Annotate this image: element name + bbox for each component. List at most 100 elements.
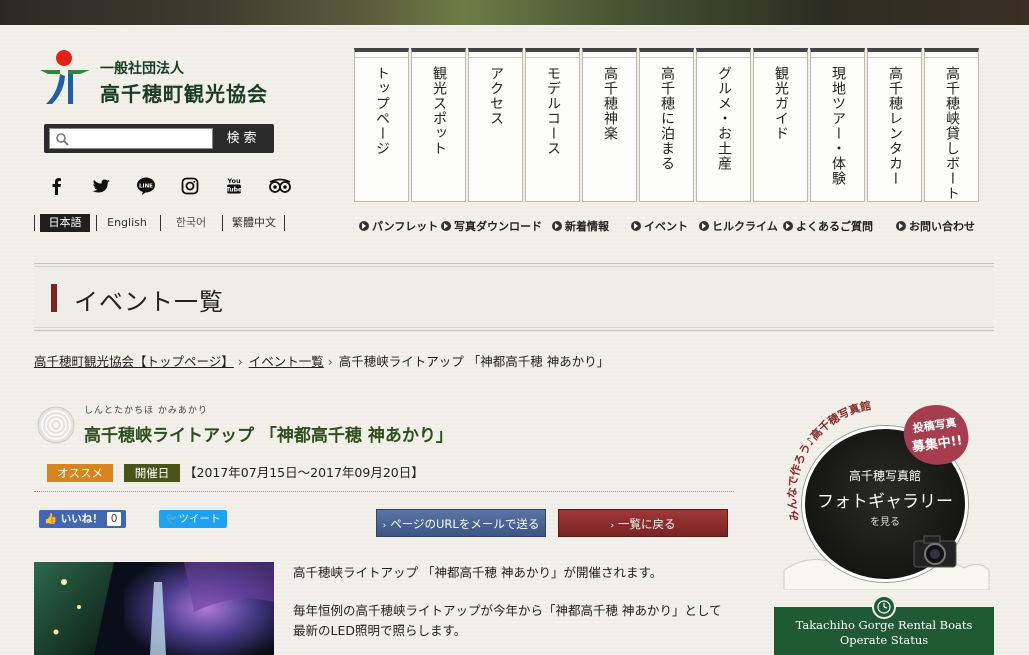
nav-item-rental-car[interactable]: 高千穂レンタカー bbox=[867, 48, 922, 202]
rental-subtitle: Operate Status bbox=[839, 633, 929, 647]
subnav-label: イベント bbox=[644, 220, 688, 233]
subnav-contact[interactable]: お問い合わせ bbox=[896, 218, 975, 236]
chevron-right-icon: › bbox=[610, 521, 615, 531]
date-badge: 開催日 bbox=[124, 464, 180, 482]
lang-japanese[interactable]: 日本語 bbox=[40, 214, 90, 232]
facebook-icon[interactable] bbox=[46, 176, 68, 196]
search-icon bbox=[56, 133, 69, 146]
breadcrumb-home[interactable]: 高千穂町観光協会【トップページ】 bbox=[34, 354, 234, 369]
nav-item-guide[interactable]: 観光ガイド bbox=[753, 48, 808, 202]
gallery-name: フォトギャラリー bbox=[817, 492, 953, 512]
gorge-lightup-image bbox=[34, 562, 274, 655]
nav-item-access[interactable]: アクセス bbox=[468, 48, 523, 202]
chevron-right-icon: › bbox=[382, 521, 387, 531]
nav-label: 高千穂峡貸しボート bbox=[944, 66, 960, 201]
subnav-news[interactable]: 新着情報 bbox=[552, 218, 609, 236]
subnav-pamphlet[interactable]: パンフレット bbox=[359, 218, 438, 236]
lang-korean[interactable]: 한국어 bbox=[166, 214, 216, 232]
nav-item-top-page[interactable]: トップページ bbox=[354, 48, 409, 202]
lang-english[interactable]: English bbox=[102, 214, 152, 232]
arrow-circle-icon bbox=[359, 221, 369, 231]
page-title: イベント一覧 bbox=[74, 288, 224, 316]
send-url-by-email-button[interactable]: › ページのURLをメールで送る bbox=[376, 509, 546, 537]
subnav-hill-climb[interactable]: ヒルクライム bbox=[699, 218, 778, 236]
nav-label: 観光スポット bbox=[431, 66, 447, 156]
breadcrumb-current: 高千穂峡ライトアップ 「神都高千穂 神あかり」 bbox=[338, 354, 610, 369]
event-date: 【2017年07月15日～2017年09月20日】 bbox=[184, 465, 424, 480]
search-input[interactable] bbox=[49, 128, 213, 149]
subnav-label: 写真ダウンロード bbox=[454, 220, 542, 233]
site-logo[interactable]: 一般社団法人 高千穂町観光協会 bbox=[38, 48, 278, 108]
spiral-icon bbox=[37, 406, 75, 444]
breadcrumb-event-list[interactable]: イベント一覧 bbox=[249, 354, 324, 369]
nav-item-sightseeing-spots[interactable]: 観光スポット bbox=[411, 48, 466, 202]
event-photo[interactable] bbox=[34, 562, 274, 655]
event-description-1: 高千穂峡ライトアップ 「神都高千穂 神あかり」が開催されます。 bbox=[293, 565, 663, 580]
chevron-right-icon: › bbox=[237, 354, 243, 369]
like-count: 0 bbox=[106, 512, 122, 526]
rental-boats-status-banner[interactable]: Takachiho Gorge Rental Boats Operate Sta… bbox=[774, 595, 994, 655]
thumbs-up-icon: 👍 bbox=[44, 513, 58, 525]
language-switcher: 日本語 English 한국어 繁體中文 bbox=[34, 214, 294, 232]
top-banner-image bbox=[0, 0, 1029, 25]
rental-title: Takachiho Gorge Rental Boats bbox=[795, 618, 973, 632]
nav-label: トップページ bbox=[374, 66, 390, 156]
main-nav: トップページ 観光スポット アクセス モデルコース 高千穂神楽 高千穂に泊まる … bbox=[354, 48, 980, 202]
lang-divider bbox=[284, 215, 285, 231]
back-to-list-button[interactable]: › 一覧に戻る bbox=[558, 509, 728, 537]
logo-mark-icon bbox=[40, 50, 90, 104]
nav-label: 高千穂神楽 bbox=[602, 66, 618, 141]
svg-text:Tube: Tube bbox=[226, 187, 242, 194]
org-type: 一般社団法人 bbox=[100, 61, 184, 77]
subnav-events[interactable]: イベント bbox=[631, 218, 688, 236]
nav-label: 観光ガイド bbox=[773, 66, 789, 141]
recommend-badge: オススメ bbox=[47, 464, 113, 482]
nav-item-model-course[interactable]: モデルコース bbox=[525, 48, 580, 202]
divider bbox=[34, 491, 734, 492]
twitter-icon[interactable] bbox=[90, 176, 112, 196]
like-label: いいね！ bbox=[60, 513, 103, 525]
nav-item-rental-boat[interactable]: 高千穂峡貸しボート bbox=[924, 48, 979, 202]
nav-item-kagura[interactable]: 高千穂神楽 bbox=[582, 48, 637, 202]
event-description-2: 毎年恒例の高千穂峡ライトアップが今年から「神都高千穂 神あかり」として最新のLE… bbox=[293, 603, 722, 638]
facebook-like-button[interactable]: 👍 いいね！ 0 bbox=[39, 510, 127, 528]
nav-item-stay[interactable]: 高千穂に泊まる bbox=[639, 48, 694, 202]
tweet-label: ツイート bbox=[178, 513, 221, 525]
nav-label: グルメ・お土産 bbox=[716, 66, 732, 171]
mail-button-label: ページのURLをメールで送る bbox=[390, 517, 540, 531]
nav-label: モデルコース bbox=[545, 66, 561, 156]
photo-gallery-banner[interactable]: みんなで作ろう♪高千穂写真館 高千穂写真館 フォトギャラリー を見る 投稿写真 … bbox=[774, 400, 994, 590]
gallery-title: 高千穂写真館 bbox=[848, 469, 921, 483]
twitter-bird-icon: 🐦 bbox=[165, 513, 179, 525]
event-title-ruby: しんとたかちほ かみあかり bbox=[84, 406, 208, 416]
subnav-label: ヒルクライム bbox=[712, 220, 778, 233]
clock-icon bbox=[872, 595, 896, 619]
tripadvisor-icon[interactable] bbox=[268, 176, 291, 196]
gallery-cta: を見る bbox=[870, 517, 900, 528]
search-box: 検索 bbox=[44, 124, 274, 153]
line-icon[interactable]: LINE bbox=[135, 176, 157, 196]
lang-divider bbox=[160, 215, 161, 231]
svg-text:LINE: LINE bbox=[139, 184, 153, 190]
tweet-button[interactable]: 🐦ツイート bbox=[159, 510, 227, 528]
sub-nav: パンフレット 写真ダウンロード 新着情報 イベント ヒルクライム よくあるご質問… bbox=[359, 218, 979, 236]
instagram-icon[interactable] bbox=[179, 176, 201, 196]
subnav-label: 新着情報 bbox=[565, 220, 609, 233]
nav-item-gourmet[interactable]: グルメ・お土産 bbox=[696, 48, 751, 202]
arrow-circle-icon bbox=[552, 221, 562, 231]
subnav-faq[interactable]: よくあるご質問 bbox=[783, 218, 873, 236]
chevron-right-icon: › bbox=[327, 354, 333, 369]
org-name: 高千穂町観光協会 bbox=[100, 82, 268, 106]
lang-traditional-chinese[interactable]: 繁體中文 bbox=[227, 214, 281, 232]
nav-label: 高千穂レンタカー bbox=[887, 66, 903, 186]
nav-label: 現地ツアー・体験 bbox=[830, 66, 846, 186]
nav-item-tours[interactable]: 現地ツアー・体験 bbox=[810, 48, 865, 202]
subnav-photo-download[interactable]: 写真ダウンロード bbox=[441, 218, 542, 236]
search-button[interactable]: 検索 bbox=[216, 126, 271, 151]
event-title: 高千穂峡ライトアップ 「神都高千穂 神あかり」 bbox=[84, 426, 453, 446]
youtube-icon[interactable]: You Tube bbox=[223, 176, 245, 196]
svg-text:You: You bbox=[226, 177, 241, 185]
social-links: LINE You Tube bbox=[44, 176, 294, 196]
lang-divider bbox=[34, 215, 35, 231]
lang-divider bbox=[96, 215, 97, 231]
